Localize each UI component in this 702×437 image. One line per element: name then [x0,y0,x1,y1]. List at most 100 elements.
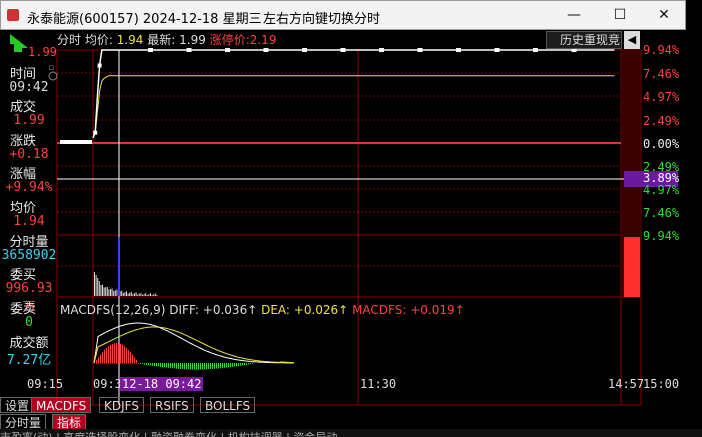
macd-histogram [94,343,253,370]
macd-bar [216,363,217,369]
macd-bar [174,363,175,369]
macd-legend: MACDFS(12,26,9) DIFF: +0.036↑ DEA: +0.02… [60,303,465,317]
macd-bar [212,363,213,369]
macd-bar [122,344,123,364]
macd-bar [204,363,205,370]
volume-bar [140,292,142,296]
close-button[interactable]: ✕ [653,5,675,25]
macd-bar [190,363,191,370]
volume-bar [111,288,113,296]
volume-bar [153,294,155,296]
time-tick-1130: 11:30 [360,377,397,391]
tab-volume[interactable]: 分时量 [0,414,47,430]
macd-bar [250,363,251,365]
macd-bar [184,363,185,370]
title-bar: 永泰能源(600157) 2024-12-18 星期三 左右方向键切换分时 — … [0,0,686,30]
macd-bar [108,346,109,364]
price-grid [57,49,641,267]
pct-axis-down-2: 4.97% [643,183,680,197]
volume-bar [145,293,147,296]
macd-bar [132,354,133,364]
macd-bar [222,363,223,369]
macd-bar [196,363,197,370]
macd-bar [192,363,193,370]
macd-bar [106,347,107,364]
macd-bar [114,343,115,364]
macd-bar [118,343,119,364]
latest-header-value: 1.99 [179,33,206,47]
tab-macdfs[interactable]: MACDFS [31,397,92,413]
chart-mode-label: 分时 [57,33,82,47]
macd-bar [164,363,165,368]
tab-kdjfs[interactable]: KDJFS [99,397,144,413]
pct-value: +9.94% [5,180,53,195]
volume-bar [124,292,126,296]
macd-bar [146,363,147,365]
minimize-button[interactable]: — [563,5,585,25]
macd-bar [226,363,227,368]
time-value: 09:42 [9,80,49,95]
macd-bar [240,363,241,366]
tab-bollfs[interactable]: BOLLFS [200,397,256,413]
volume-bar [129,292,131,296]
macd-bar [150,363,151,366]
price-marker [533,48,538,52]
volume-bar [95,275,97,296]
volume-bar [98,281,100,296]
arrow-icon [10,34,28,52]
avg-value: 1.94 [13,214,45,229]
macd-bar [214,363,215,369]
volume-bar [116,289,118,296]
auction-button[interactable]: 竞 [605,31,623,49]
volume-bar [142,294,143,296]
volume-bar [121,290,123,296]
volume-bar [100,284,102,296]
volume-bar [150,293,151,296]
gear-icon[interactable] [48,71,58,81]
tab-rsifs[interactable]: RSIFS [150,397,194,413]
avg-header-value: 1.94 [116,33,144,47]
volume-bar [108,289,110,296]
macd-bar [238,363,239,367]
ask-value: 0 [25,315,33,330]
macd-bar [178,363,179,369]
macd-bar [252,363,253,364]
price-marker [97,63,102,68]
macd-bar [162,363,163,368]
macd-bar [98,357,99,364]
macd-bar [198,363,199,370]
price-marker [340,48,346,52]
pin-icon[interactable]: ▫ [48,63,54,73]
collapse-icon[interactable]: ◀ [624,31,640,49]
macd-name: MACDFS(12,26,9) [60,303,166,317]
volume-bar [126,291,127,296]
volume-bar [110,288,111,296]
time-tick-1457: 14:57 [608,377,645,391]
price-marker [456,48,461,52]
volume-bar [154,293,156,296]
price-marker [417,48,423,52]
pct-axis-up-1: 9.94% [643,43,680,57]
macd-bar [154,363,155,367]
volume-bar [103,287,105,296]
macd-bar [246,363,247,365]
volume-bar [102,284,103,296]
price-marker [494,48,500,52]
time-cursor-label: 12-18 09:42 [120,377,204,391]
time-tick-1500: 15:00 [643,377,680,391]
macd-bar [224,363,225,368]
pct-axis-up-3: 4.97% [643,90,680,104]
macd-bar [102,352,103,364]
volume-bar [138,293,140,296]
intraday-chart[interactable]: ▫ [0,30,702,437]
macd-bar [94,363,95,364]
volume-bar [122,292,124,296]
maximize-button[interactable]: ☐ [609,5,631,25]
status-bar: 市盈率(动) | 高度选择股变化 | 融资融券变化 | 机构抹调器 | 资金异动 [0,429,702,437]
macd-bar [166,363,167,368]
time-tick-0915: 09:15 [27,377,64,391]
tab-indicator[interactable]: 指标 [52,414,87,430]
tab-settings[interactable]: 设置 [0,397,35,413]
macd-bar [148,363,149,366]
macd-value: MACDFS: +0.019↑ [352,303,465,317]
